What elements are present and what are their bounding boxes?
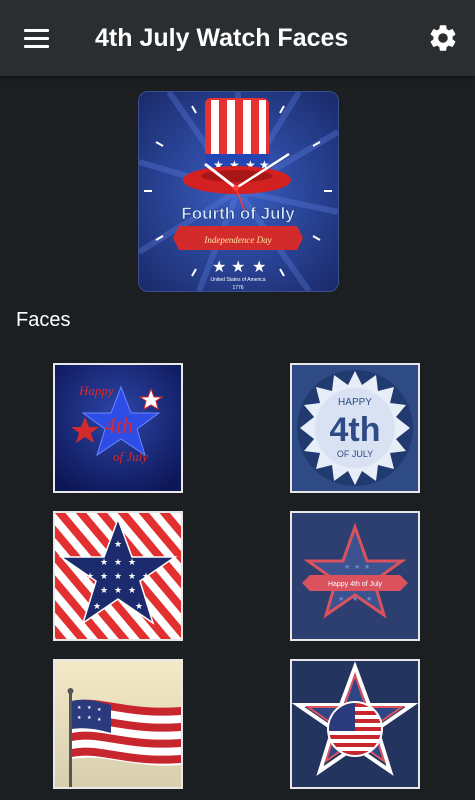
svg-text:★: ★ xyxy=(114,540,122,550)
app-bar: 4th July Watch Faces xyxy=(0,0,475,76)
svg-text:★: ★ xyxy=(364,563,370,571)
svg-text:★: ★ xyxy=(252,257,266,276)
svg-text:★: ★ xyxy=(93,602,101,612)
svg-text:★: ★ xyxy=(87,715,92,721)
menu-icon[interactable] xyxy=(18,22,56,56)
svg-text:★: ★ xyxy=(100,586,108,596)
svg-text:★: ★ xyxy=(231,257,245,276)
svg-text:★: ★ xyxy=(352,595,358,603)
face-thumbnail-flag-star[interactable] xyxy=(290,659,420,789)
face2-line2: 4th xyxy=(330,411,381,449)
face1-line1: Happy xyxy=(78,383,114,398)
svg-text:★: ★ xyxy=(114,572,122,582)
preview-caption: United States of America xyxy=(210,277,265,283)
svg-text:★: ★ xyxy=(100,558,108,568)
svg-text:★: ★ xyxy=(128,572,136,582)
svg-text:★: ★ xyxy=(97,707,102,713)
face-thumbnail-happy-4th-blue[interactable]: Happy 4th of July xyxy=(53,363,183,493)
faces-section-heading: Faces xyxy=(16,309,71,331)
face-thumbnail-happy-4th-badge[interactable]: HAPPY 4th OF JULY xyxy=(290,363,420,493)
svg-text:★: ★ xyxy=(87,705,92,711)
face2-line1: HAPPY xyxy=(338,397,372,408)
face-thumbnail-ribbon-star[interactable]: ★ ★ ★ ★ ★ ★ Happy 4th of July xyxy=(290,511,420,641)
svg-text:★: ★ xyxy=(86,572,94,582)
svg-text:★: ★ xyxy=(344,563,350,571)
svg-text:★: ★ xyxy=(142,572,150,582)
svg-text:★: ★ xyxy=(338,595,344,603)
svg-text:★: ★ xyxy=(135,602,143,612)
svg-text:★: ★ xyxy=(128,586,136,596)
svg-text:★: ★ xyxy=(100,572,108,582)
face1-line3: of July xyxy=(113,449,148,464)
preview-year: 1776 xyxy=(232,285,243,291)
svg-text:★: ★ xyxy=(77,705,82,711)
svg-text:★: ★ xyxy=(77,715,82,721)
face-thumbnail-star-stripes[interactable]: ★ ★ ★ ★ ★ ★ ★ ★ ★ ★ ★ ★ ★ ★ xyxy=(53,511,183,641)
svg-text:★: ★ xyxy=(366,595,372,603)
svg-text:★: ★ xyxy=(97,717,102,723)
face-thumbnail-waving-flag[interactable]: ★ ★ ★ ★ ★ ★ xyxy=(53,659,183,789)
preview-ribbon-text: Independence Day xyxy=(203,235,271,245)
svg-text:★: ★ xyxy=(354,563,360,571)
preview-headline: Fourth of July xyxy=(181,204,295,223)
svg-text:★: ★ xyxy=(212,257,226,276)
svg-text:★: ★ xyxy=(114,558,122,568)
face4-ribbon-text: Happy 4th of July xyxy=(328,581,383,588)
app-title: 4th July Watch Faces xyxy=(95,24,349,52)
face1-line2: 4th xyxy=(105,413,133,438)
face2-line3: OF JULY xyxy=(337,449,373,459)
settings-gear-icon[interactable] xyxy=(427,22,459,54)
selected-watch-face-preview[interactable]: ★ ★ ★ ★ Fourth of July Independence Day ★ ★ ★… xyxy=(138,91,339,292)
svg-text:★: ★ xyxy=(128,558,136,568)
svg-text:★: ★ xyxy=(114,586,122,596)
